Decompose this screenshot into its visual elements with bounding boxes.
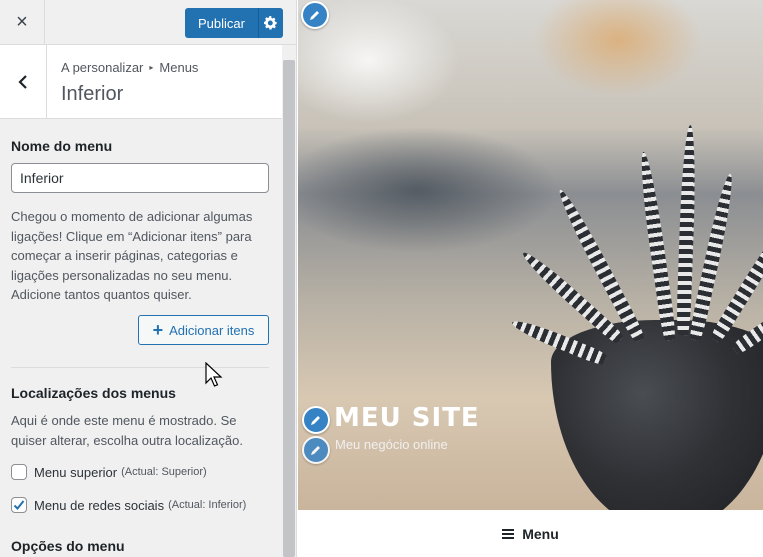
pencil-icon bbox=[311, 446, 320, 455]
menu-locations-title: Localizações dos menus bbox=[11, 385, 176, 401]
section-header: A personalizar ▸ Menus Inferior bbox=[0, 45, 282, 119]
plant-leaf-image bbox=[676, 124, 698, 336]
checkmark-icon bbox=[13, 500, 25, 510]
divider bbox=[11, 367, 269, 368]
location-current-note: (Actual: Superior) bbox=[121, 466, 207, 478]
location-label: Menu de redes sociais bbox=[34, 497, 165, 513]
menu-name-input[interactable] bbox=[11, 163, 269, 193]
customizer-sidebar: × Publicar A personalizar ▸ Menus Inferior… bbox=[0, 0, 297, 557]
pencil-icon bbox=[310, 11, 319, 20]
breadcrumb-current: Menus bbox=[159, 60, 199, 75]
breadcrumb: A personalizar ▸ Menus bbox=[61, 60, 198, 75]
menu-name-label: Nome do menu bbox=[11, 138, 113, 154]
breadcrumb-separator-icon: ▸ bbox=[149, 63, 154, 72]
section-title: Inferior bbox=[61, 83, 124, 105]
publish-button[interactable]: Publicar bbox=[185, 8, 259, 38]
back-button[interactable] bbox=[0, 45, 47, 119]
breadcrumb-parent: A personalizar bbox=[61, 60, 144, 75]
publish-settings-button[interactable] bbox=[259, 8, 283, 38]
empty-menu-description: Chegou o momento de adicionar algumas li… bbox=[11, 209, 253, 302]
close-icon: × bbox=[16, 11, 28, 33]
site-title[interactable]: MEU SITE bbox=[334, 403, 480, 433]
mouse-cursor-icon bbox=[205, 362, 223, 387]
menu-options-title: Opções do menu bbox=[11, 538, 125, 554]
add-items-button[interactable]: + Adicionar itens bbox=[138, 315, 269, 345]
customizer-topbar: × Publicar bbox=[0, 0, 296, 45]
sidebar-scrollbar[interactable] bbox=[283, 60, 295, 557]
site-preview: MEU SITE Meu negócio online Menu bbox=[298, 0, 763, 557]
menu-locations-description: Aqui é onde este menu é mostrado. Se qui… bbox=[11, 413, 243, 448]
edit-shortcut-site-title[interactable] bbox=[302, 406, 330, 434]
edit-shortcut-tagline[interactable] bbox=[302, 436, 330, 464]
hero-image bbox=[298, 0, 763, 530]
menu-toggle[interactable]: Menu bbox=[298, 510, 763, 557]
checkbox-social-menu[interactable] bbox=[11, 497, 27, 513]
hamburger-icon bbox=[502, 527, 515, 541]
gear-icon bbox=[264, 16, 277, 30]
location-option-top-menu[interactable]: Menu superior (Actual: Superior) bbox=[11, 464, 207, 480]
site-tagline: Meu negócio online bbox=[335, 437, 448, 452]
location-label: Menu superior bbox=[34, 464, 118, 480]
plus-icon: + bbox=[152, 320, 164, 340]
chevron-left-icon bbox=[18, 75, 27, 89]
edit-shortcut-header[interactable] bbox=[301, 1, 329, 29]
close-button[interactable]: × bbox=[0, 0, 45, 45]
location-option-social-menu[interactable]: Menu de redes sociais (Actual: Inferior) bbox=[11, 497, 246, 513]
menu-toggle-label: Menu bbox=[522, 525, 559, 542]
plant-leaf-image bbox=[636, 150, 677, 341]
location-current-note: (Actual: Inferior) bbox=[168, 499, 247, 511]
checkbox-top-menu[interactable] bbox=[11, 464, 27, 480]
pencil-icon bbox=[311, 416, 320, 425]
